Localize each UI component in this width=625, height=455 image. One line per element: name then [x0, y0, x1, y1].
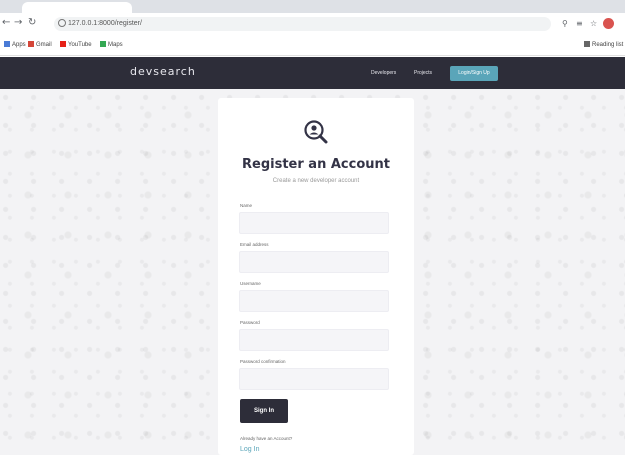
- bookmark-apps[interactable]: Apps: [4, 40, 26, 50]
- name-input[interactable]: [239, 212, 389, 234]
- username-input[interactable]: [239, 290, 389, 312]
- maps-icon: [100, 41, 106, 48]
- apps-icon: [4, 41, 10, 48]
- zoom-icon[interactable]: ⚲: [562, 18, 568, 29]
- page-title: Register an Account: [242, 157, 390, 172]
- star-icon[interactable]: ☆: [590, 18, 597, 29]
- email-label: Email address: [240, 242, 269, 247]
- nav-link-developers[interactable]: Developers: [371, 70, 396, 77]
- gmail-icon: [28, 41, 34, 48]
- register-user-icon: [304, 120, 328, 144]
- sign-in-button[interactable]: Sign In: [240, 399, 288, 423]
- password-confirmation-label: Password confirmation: [240, 359, 286, 364]
- nav-link-projects[interactable]: Projects: [414, 70, 432, 77]
- username-label: Username: [240, 281, 261, 286]
- forward-arrow-icon[interactable]: →: [14, 17, 22, 29]
- password-confirmation-input[interactable]: [239, 368, 389, 390]
- browser-tabstrip: [0, 0, 625, 13]
- info-icon[interactable]: [58, 19, 66, 27]
- password-label: Password: [240, 320, 260, 325]
- reload-icon[interactable]: ↻: [28, 17, 36, 29]
- browser-tab[interactable]: [22, 2, 132, 13]
- back-arrow-icon[interactable]: ←: [2, 17, 10, 29]
- app-navbar: [0, 57, 625, 89]
- bookmark-maps[interactable]: Maps: [100, 40, 123, 50]
- reading-list-icon: [584, 41, 590, 48]
- reading-list[interactable]: Reading list: [584, 40, 623, 50]
- nav-login-button[interactable]: Login/Sign Up: [450, 66, 498, 81]
- page-subtitle: Create a new developer account: [272, 178, 360, 184]
- login-link[interactable]: Log In: [240, 445, 259, 454]
- bookmark-gmail[interactable]: Gmail: [28, 40, 52, 50]
- bookmarks-bar: [0, 36, 625, 56]
- email-input[interactable]: [239, 251, 389, 273]
- name-label: Name: [240, 203, 253, 208]
- youtube-icon: [60, 41, 66, 48]
- password-input[interactable]: [239, 329, 389, 351]
- profile-avatar-icon[interactable]: [603, 18, 614, 29]
- address-url[interactable]: 127.0.0.1:8000/register/: [68, 18, 142, 30]
- share-icon[interactable]: ≡: [576, 18, 583, 29]
- bookmark-youtube[interactable]: YouTube: [60, 40, 92, 50]
- site-logo[interactable]: devsearch: [130, 64, 196, 80]
- already-have-account-text: Already have an Account?: [240, 436, 293, 441]
